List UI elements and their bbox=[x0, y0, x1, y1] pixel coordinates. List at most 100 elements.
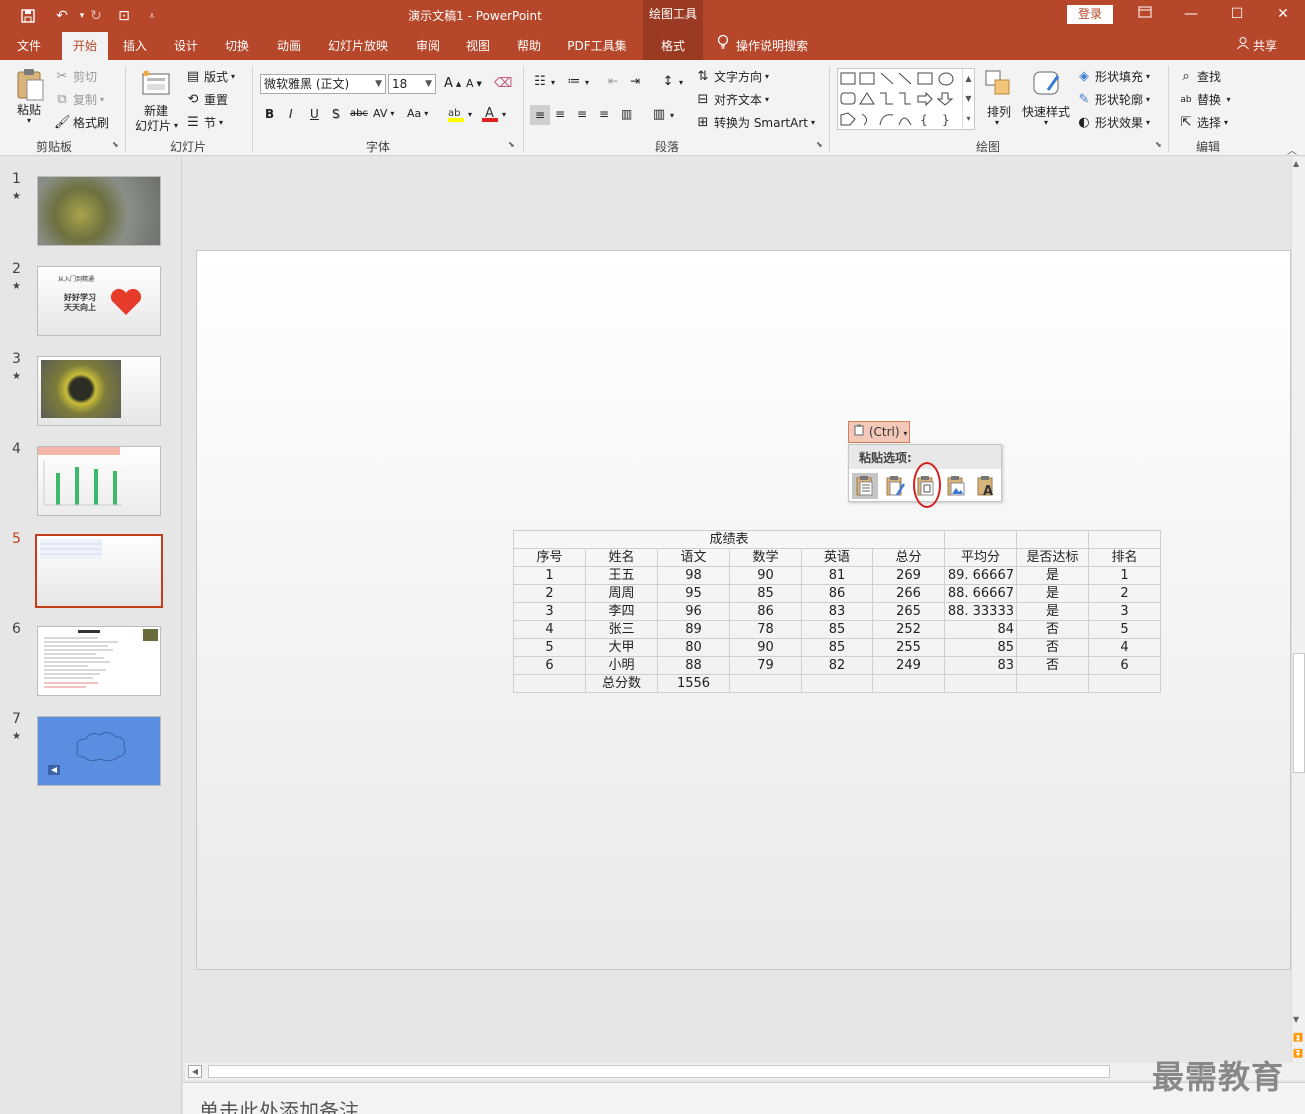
slide-thumbnail-7[interactable] bbox=[37, 716, 161, 786]
layout-button[interactable]: ▤ 版式 ▾ bbox=[185, 68, 235, 85]
slide-thumbnail-4[interactable] bbox=[37, 446, 161, 516]
tab-insert[interactable]: 插入 bbox=[112, 32, 158, 60]
horizontal-scroll-thumb[interactable] bbox=[208, 1065, 1110, 1078]
format-painter-button[interactable]: 🖌 格式刷 bbox=[54, 114, 109, 131]
ribbon-display-options-icon[interactable] bbox=[1122, 3, 1168, 27]
new-slide-dropdown-icon[interactable]: ▾ bbox=[174, 121, 178, 130]
gallery-scroll-icon[interactable]: ▲ ▼ ▾ bbox=[962, 69, 974, 129]
paste-dropdown-icon[interactable]: ▾ bbox=[27, 116, 31, 125]
paste-icon[interactable] bbox=[14, 68, 46, 101]
bold-button[interactable]: B bbox=[265, 107, 274, 121]
tab-animations[interactable]: 动画 bbox=[266, 32, 312, 60]
layout-dropdown-icon[interactable]: ▾ bbox=[231, 72, 235, 81]
use-destination-styles-icon[interactable] bbox=[852, 473, 878, 499]
tab-home[interactable]: 开始 bbox=[62, 32, 108, 60]
justify-icon[interactable]: ≡ bbox=[599, 107, 609, 121]
new-slide-icon[interactable]: ✸ bbox=[140, 68, 172, 100]
slide-thumbnail-1[interactable] bbox=[37, 176, 161, 246]
numbering-button[interactable]: ≔ ▾ bbox=[566, 74, 590, 90]
cut-button[interactable]: ✂ 剪切 bbox=[54, 68, 97, 85]
share-button[interactable]: 共享 bbox=[1236, 32, 1286, 60]
horizontal-scrollbar[interactable]: ◀ bbox=[185, 1063, 1305, 1080]
previous-slide-icon[interactable]: ⏫ bbox=[1293, 1033, 1303, 1042]
reset-button[interactable]: ⟲ 重置 bbox=[185, 91, 228, 108]
keep-source-formatting-icon[interactable] bbox=[882, 473, 908, 499]
align-left-icon[interactable]: ≡ bbox=[530, 105, 550, 125]
slide-thumbnail-6[interactable] bbox=[37, 626, 161, 696]
convert-smartart-button[interactable]: ⊞ 转换为 SmartArt ▾ bbox=[695, 114, 815, 131]
tab-file[interactable]: 文件 bbox=[6, 32, 52, 60]
arrange-dropdown-icon[interactable]: ▾ bbox=[995, 118, 999, 127]
tab-view[interactable]: 视图 bbox=[455, 32, 501, 60]
paste-options-button[interactable]: (Ctrl) ▾ bbox=[848, 421, 910, 443]
tell-me-search[interactable]: 操作说明搜索 bbox=[716, 32, 826, 60]
tab-design[interactable]: 设计 bbox=[163, 32, 209, 60]
font-name-combo[interactable]: 微软雅黑 (正文) ▼ bbox=[260, 74, 386, 94]
slide-thumbnail-3[interactable] bbox=[37, 356, 161, 426]
vertical-scroll-thumb[interactable] bbox=[1293, 653, 1305, 773]
font-launcher-icon[interactable]: ⬊ bbox=[508, 140, 515, 149]
close-icon[interactable]: ✕ bbox=[1260, 3, 1305, 27]
align-text-button[interactable]: ⊟ 对齐文本 ▾ bbox=[695, 91, 769, 108]
quick-styles-icon[interactable] bbox=[1030, 68, 1062, 100]
bullets-button[interactable]: ☷ ▾ bbox=[532, 74, 555, 90]
slide-thumbnail-5[interactable] bbox=[35, 534, 163, 608]
shape-fill-button[interactable]: ◈ 形状填充 ▾ bbox=[1076, 68, 1150, 85]
next-slide-icon[interactable]: ⏬ bbox=[1293, 1049, 1303, 1058]
new-slide-label-2[interactable]: 幻灯片 ▾ bbox=[135, 117, 178, 134]
underline-button[interactable]: U bbox=[310, 107, 319, 121]
drawing-launcher-icon[interactable]: ⬊ bbox=[1155, 140, 1162, 149]
distributed-icon[interactable]: ▥ bbox=[621, 107, 632, 121]
highlight-color-button[interactable]: ab ▾ bbox=[447, 105, 472, 123]
scroll-left-icon[interactable]: ◀ bbox=[188, 1065, 202, 1078]
keep-text-only-icon[interactable]: A bbox=[973, 473, 999, 499]
font-color-button[interactable]: A ▾ bbox=[481, 105, 506, 123]
clipboard-launcher-icon[interactable]: ⬊ bbox=[112, 140, 119, 149]
align-right-icon[interactable]: ≡ bbox=[577, 107, 587, 121]
vertical-scrollbar[interactable]: ▲ ▼ ⏫ ⏬ bbox=[1291, 157, 1305, 1062]
maximize-icon[interactable]: ☐ bbox=[1214, 3, 1260, 27]
select-button[interactable]: ⇱ 选择 ▾ bbox=[1178, 114, 1228, 131]
line-spacing-button[interactable]: ↕ ▾ bbox=[660, 74, 683, 90]
copy-dropdown-icon[interactable]: ▾ bbox=[100, 95, 104, 104]
character-spacing-button[interactable]: AV ▾ bbox=[373, 107, 394, 120]
notes-pane[interactable]: 单击此处添加备注 bbox=[183, 1082, 1305, 1114]
tab-pdf-tools[interactable]: PDF工具集 bbox=[560, 32, 634, 60]
score-table[interactable]: 成绩表 序号 姓名 语文 数学 英语 总分 平均分 是否达标 排名 1 王五 98 9… bbox=[513, 530, 1161, 693]
shape-outline-button[interactable]: ✎ 形状轮廓 ▾ bbox=[1076, 91, 1150, 108]
login-button[interactable]: 登录 bbox=[1067, 5, 1113, 24]
increase-indent-icon[interactable]: ⇥ bbox=[630, 74, 640, 88]
replace-button[interactable]: ab 替换 ▾ bbox=[1178, 91, 1230, 108]
tab-review[interactable]: 审阅 bbox=[405, 32, 451, 60]
slide-thumbnail-2[interactable]: 从入门到精通 好好学习 天天向上 bbox=[37, 266, 161, 336]
tab-slideshow[interactable]: 幻灯片放映 bbox=[322, 32, 394, 60]
section-button[interactable]: ☰ 节 ▾ bbox=[185, 114, 223, 131]
shadow-button[interactable]: S bbox=[332, 107, 340, 121]
align-center-icon[interactable]: ≡ bbox=[555, 107, 565, 121]
section-dropdown-icon[interactable]: ▾ bbox=[219, 118, 223, 127]
grow-font-icon[interactable]: A ▲ bbox=[444, 76, 461, 91]
change-case-button[interactable]: Aa ▾ bbox=[407, 107, 428, 120]
scroll-up-icon[interactable]: ▲ bbox=[1293, 159, 1299, 168]
paragraph-launcher-icon[interactable]: ⬊ bbox=[816, 140, 823, 149]
collapse-ribbon-icon[interactable]: ︿ bbox=[1287, 142, 1297, 157]
clear-formatting-icon[interactable]: ⌫ bbox=[494, 76, 512, 91]
tab-help[interactable]: 帮助 bbox=[506, 32, 552, 60]
find-button[interactable]: ⌕ 查找 bbox=[1178, 68, 1221, 85]
italic-button[interactable]: I bbox=[289, 107, 293, 121]
decrease-indent-icon[interactable]: ⇤ bbox=[608, 74, 618, 88]
shape-effects-button[interactable]: ◐ 形状效果 ▾ bbox=[1076, 114, 1150, 131]
copy-button[interactable]: ⧉ 复制 ▾ bbox=[54, 91, 104, 108]
tab-format[interactable]: 格式 bbox=[643, 32, 703, 60]
minimize-icon[interactable]: — bbox=[1168, 3, 1214, 27]
tab-transitions[interactable]: 切换 bbox=[214, 32, 260, 60]
strikethrough-button[interactable]: abc bbox=[350, 108, 368, 119]
text-direction-button[interactable]: ⇅ 文字方向 ▾ bbox=[695, 68, 769, 85]
picture-icon[interactable] bbox=[943, 473, 969, 499]
columns-button[interactable]: ▥ ▾ bbox=[651, 107, 674, 123]
arrange-icon[interactable] bbox=[983, 68, 1015, 100]
quick-styles-dropdown-icon[interactable]: ▾ bbox=[1044, 118, 1048, 127]
font-size-combo[interactable]: 18 ▼ bbox=[388, 74, 436, 94]
shrink-font-icon[interactable]: A ▼ bbox=[466, 77, 482, 90]
scroll-down-icon[interactable]: ▼ bbox=[1293, 1015, 1299, 1024]
